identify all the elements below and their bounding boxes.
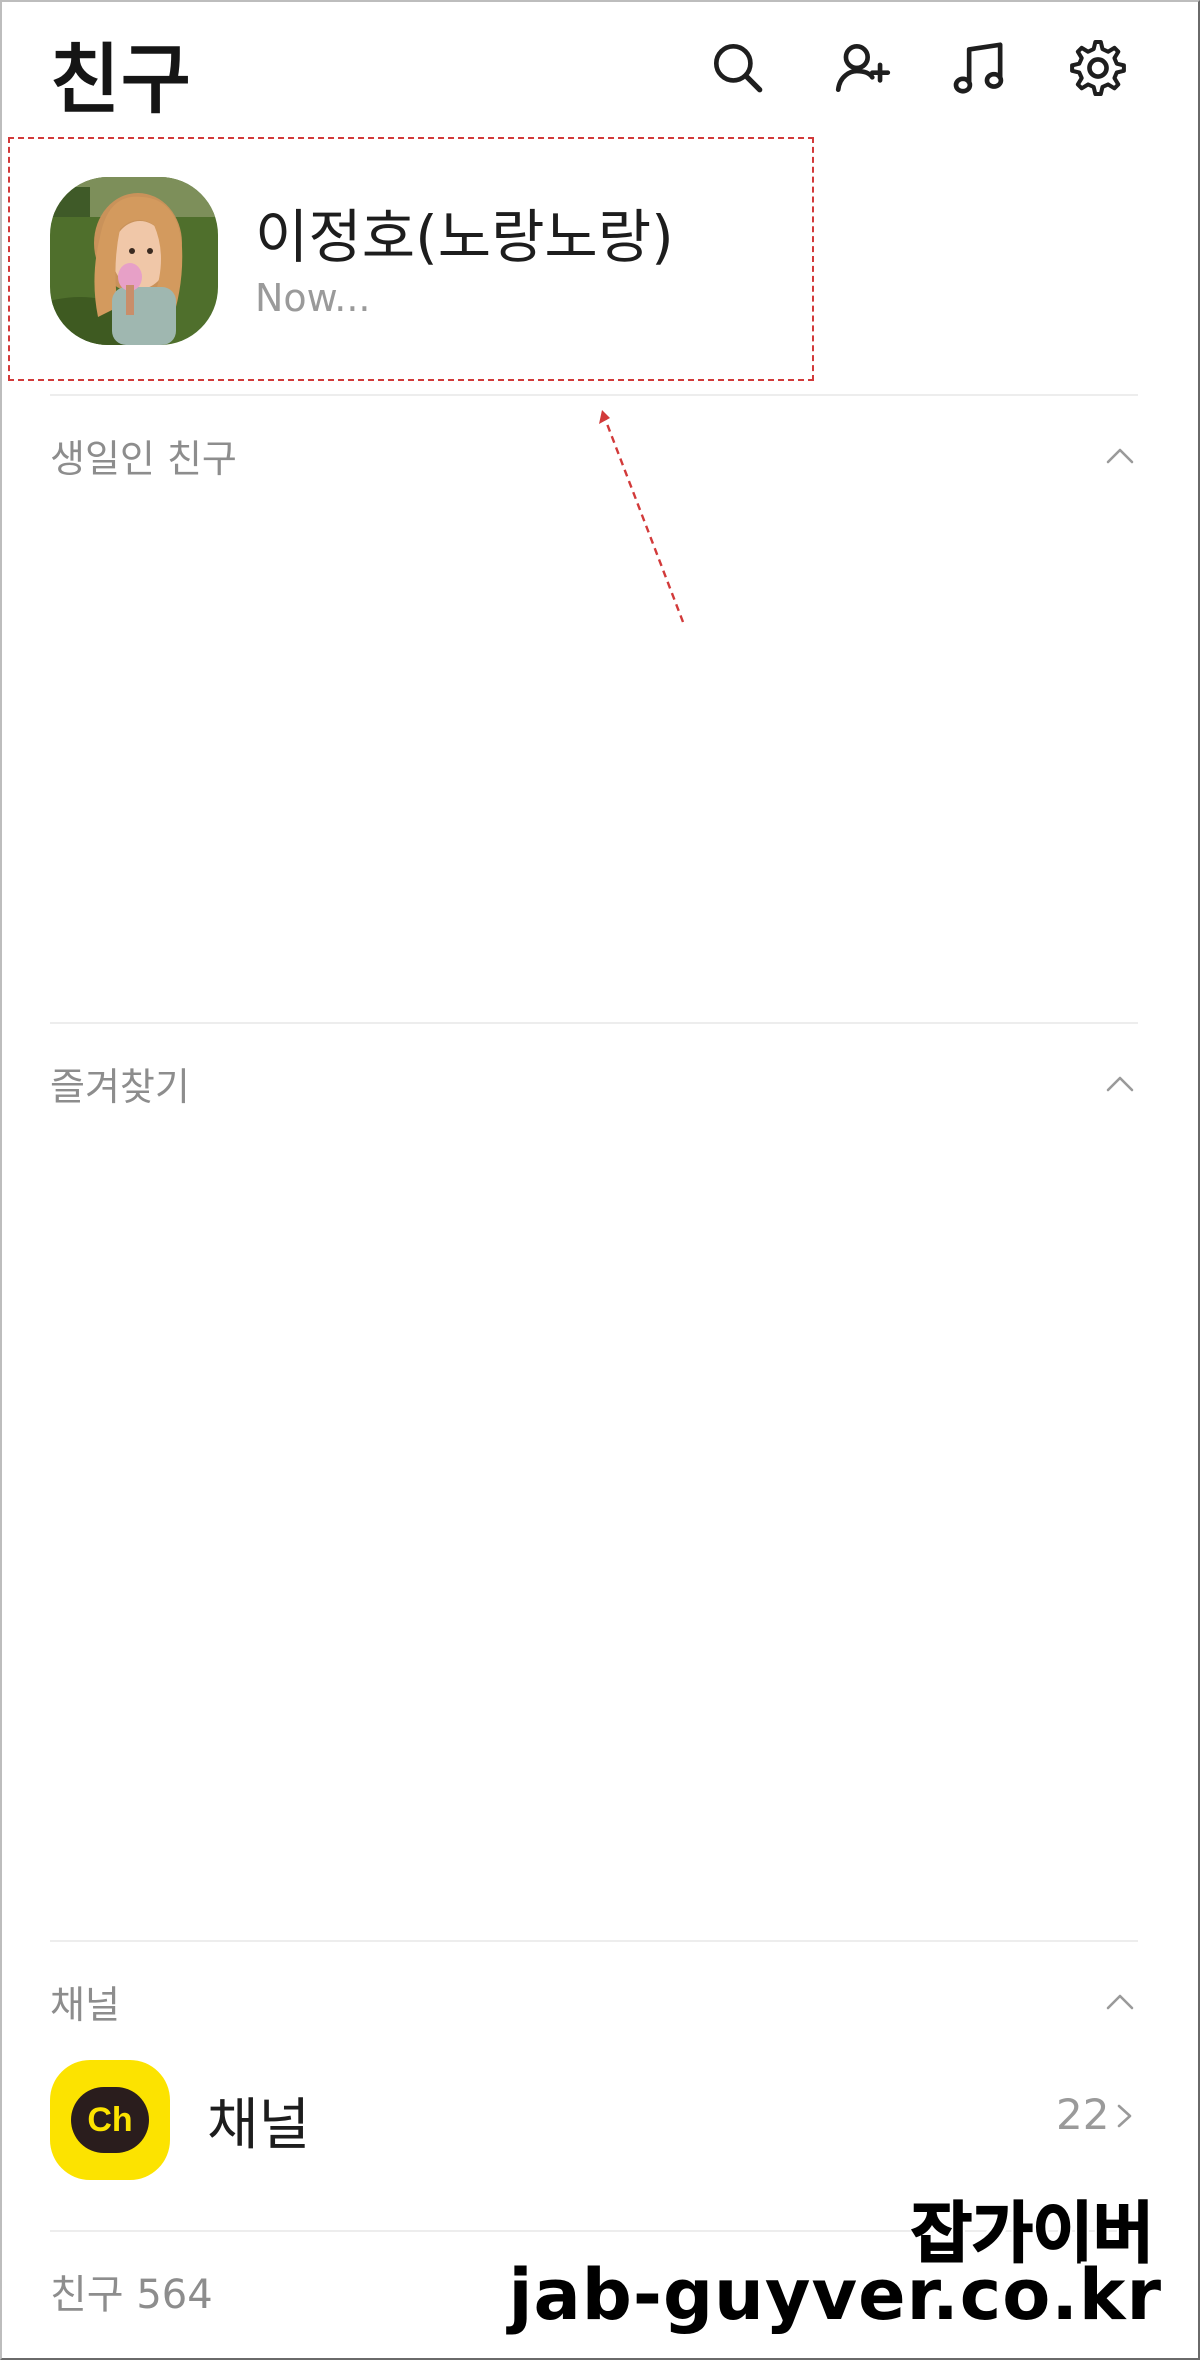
divider <box>50 1022 1138 1024</box>
watermark-url: jab-guyver.co.kr <box>508 2254 1162 2336</box>
channel-icon[interactable]: Ch <box>50 2060 170 2180</box>
chevron-right-icon[interactable] <box>1110 2096 1140 2136</box>
section-title-favorites: 즐겨찾기 <box>50 1065 190 1109</box>
chevron-up-icon[interactable] <box>1100 1982 1140 2022</box>
channel-icon-text: Ch <box>87 2100 133 2139</box>
section-title-birthday: 생일인 친구 <box>50 437 237 481</box>
channel-name[interactable]: 채널 <box>207 2080 310 2161</box>
friends-count-label: 친구 564 <box>50 2272 213 2318</box>
annotation-arrow <box>599 410 685 623</box>
section-title-channel: 채널 <box>50 1983 120 2027</box>
divider <box>50 394 1138 396</box>
divider <box>50 1940 1138 1942</box>
channel-bubble: Ch <box>71 2087 149 2153</box>
chevron-up-icon[interactable] <box>1100 436 1140 476</box>
channel-count: 22 <box>1056 2090 1110 2139</box>
chevron-up-icon[interactable] <box>1100 1064 1140 1104</box>
